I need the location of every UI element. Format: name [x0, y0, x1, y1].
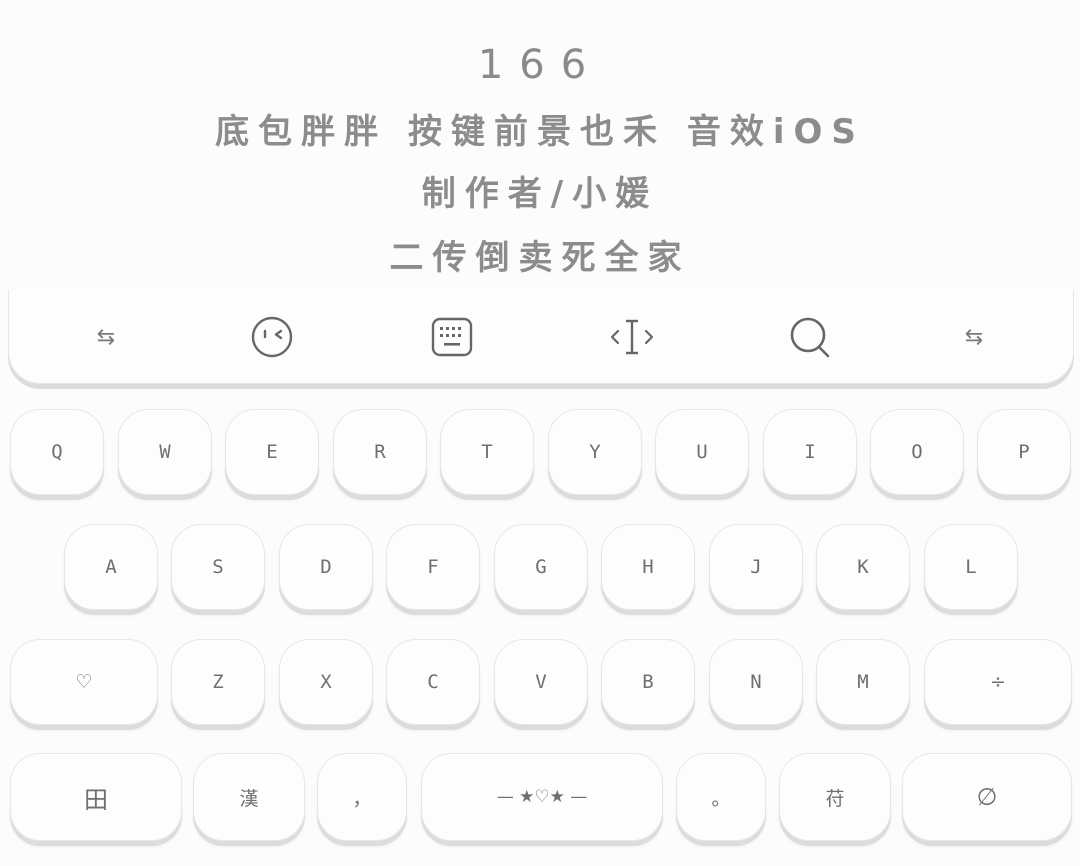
key-label: U — [696, 441, 708, 463]
key-label: 。 — [711, 787, 731, 810]
key-t[interactable]: T — [440, 409, 534, 495]
header-area: 166 底包胖胖 按键前景也禾 音效iOS 制作者/小媛 二传倒卖死全家 — [0, 0, 1080, 290]
key-u[interactable]: U — [655, 409, 749, 495]
enter-button[interactable]: ∅ — [902, 753, 1072, 841]
comma-key[interactable]: ， — [317, 753, 407, 841]
header-author: 制作者/小媛 — [421, 174, 659, 214]
key-label: 苻 — [825, 787, 845, 810]
search-button[interactable] — [785, 312, 835, 362]
key-m[interactable]: M — [816, 639, 910, 725]
key-label: Y — [589, 441, 601, 463]
emoji-button[interactable] — [247, 312, 297, 362]
key-label: T — [481, 441, 493, 463]
key-label: ， — [352, 787, 372, 810]
key-p[interactable]: P — [977, 409, 1071, 495]
key-r[interactable]: R — [333, 409, 427, 495]
key-label: C — [427, 671, 439, 693]
key-label: G — [535, 556, 547, 578]
key-label: R — [374, 441, 386, 463]
key-y[interactable]: Y — [548, 409, 642, 495]
key-label: V — [535, 671, 547, 693]
numbers-button[interactable]: 田 — [10, 753, 182, 841]
emoji-face-icon — [251, 316, 293, 358]
key-i[interactable]: I — [763, 409, 857, 495]
period-key[interactable]: 。 — [676, 753, 766, 841]
key-q[interactable]: Q — [10, 409, 104, 495]
key-o[interactable]: O — [870, 409, 964, 495]
key-d[interactable]: D — [279, 524, 373, 610]
key-c[interactable]: C — [386, 639, 480, 725]
key-label: B — [642, 671, 654, 693]
key-label: P — [1018, 441, 1030, 463]
space-bar[interactable]: — ★♡★ — — [421, 753, 663, 841]
key-e[interactable]: E — [225, 409, 319, 495]
keyboard-icon — [431, 317, 473, 357]
key-label: K — [857, 556, 869, 578]
key-n[interactable]: N — [709, 639, 803, 725]
keyboard-switch-button[interactable] — [427, 312, 477, 362]
keyboard: ⇆ ⇆ Q W E R T Y U I O P A S D F G H J K … — [0, 290, 1080, 866]
grid-icon: 田 — [84, 785, 108, 814]
delete-button[interactable]: ÷ — [924, 639, 1072, 725]
key-label: D — [320, 556, 332, 578]
key-label: Q — [51, 441, 63, 463]
swap-right-button[interactable]: ⇆ — [949, 312, 999, 362]
key-label: I — [804, 441, 816, 463]
key-label: M — [857, 671, 869, 693]
key-label: L — [965, 556, 977, 578]
chinese-mode-button[interactable]: 漢 — [193, 753, 305, 841]
key-label: A — [105, 556, 117, 578]
heart-icon: ♡ — [75, 671, 93, 693]
text-cursor-icon — [610, 319, 654, 355]
key-j[interactable]: J — [709, 524, 803, 610]
key-w[interactable]: W — [118, 409, 212, 495]
cursor-move-button[interactable] — [607, 312, 657, 362]
key-s[interactable]: S — [171, 524, 265, 610]
divide-icon: ÷ — [990, 671, 1006, 693]
key-label: W — [159, 441, 171, 463]
key-label: J — [750, 556, 762, 578]
key-label: 漢 — [239, 787, 259, 810]
header-number: 166 — [477, 42, 603, 88]
key-label: N — [750, 671, 762, 693]
key-g[interactable]: G — [494, 524, 588, 610]
key-b[interactable]: B — [601, 639, 695, 725]
key-label: X — [320, 671, 332, 693]
key-l[interactable]: L — [924, 524, 1018, 610]
key-label: Z — [212, 671, 224, 693]
key-label: O — [911, 441, 923, 463]
empty-set-icon: ∅ — [976, 783, 998, 811]
key-a[interactable]: A — [64, 524, 158, 610]
key-f[interactable]: F — [386, 524, 480, 610]
swap-arrows-icon: ⇆ — [964, 324, 984, 350]
key-z[interactable]: Z — [171, 639, 265, 725]
swap-left-button[interactable]: ⇆ — [81, 312, 131, 362]
key-label: S — [212, 556, 224, 578]
key-k[interactable]: K — [816, 524, 910, 610]
key-x[interactable]: X — [279, 639, 373, 725]
header-warning: 二传倒卖死全家 — [389, 238, 691, 278]
key-h[interactable]: H — [601, 524, 695, 610]
key-label: F — [427, 556, 439, 578]
keyboard-toolbar: ⇆ ⇆ — [8, 290, 1074, 384]
header-credits: 底包胖胖 按键前景也禾 音效iOS — [215, 112, 865, 152]
search-icon — [790, 317, 830, 358]
shift-button[interactable]: ♡ — [10, 639, 158, 725]
key-v[interactable]: V — [494, 639, 588, 725]
symbols-button[interactable]: 苻 — [779, 753, 891, 841]
key-label: H — [642, 556, 654, 578]
key-label: E — [266, 441, 278, 463]
key-label: — ★♡★ — — [496, 787, 588, 807]
swap-arrows-icon: ⇆ — [96, 324, 116, 350]
